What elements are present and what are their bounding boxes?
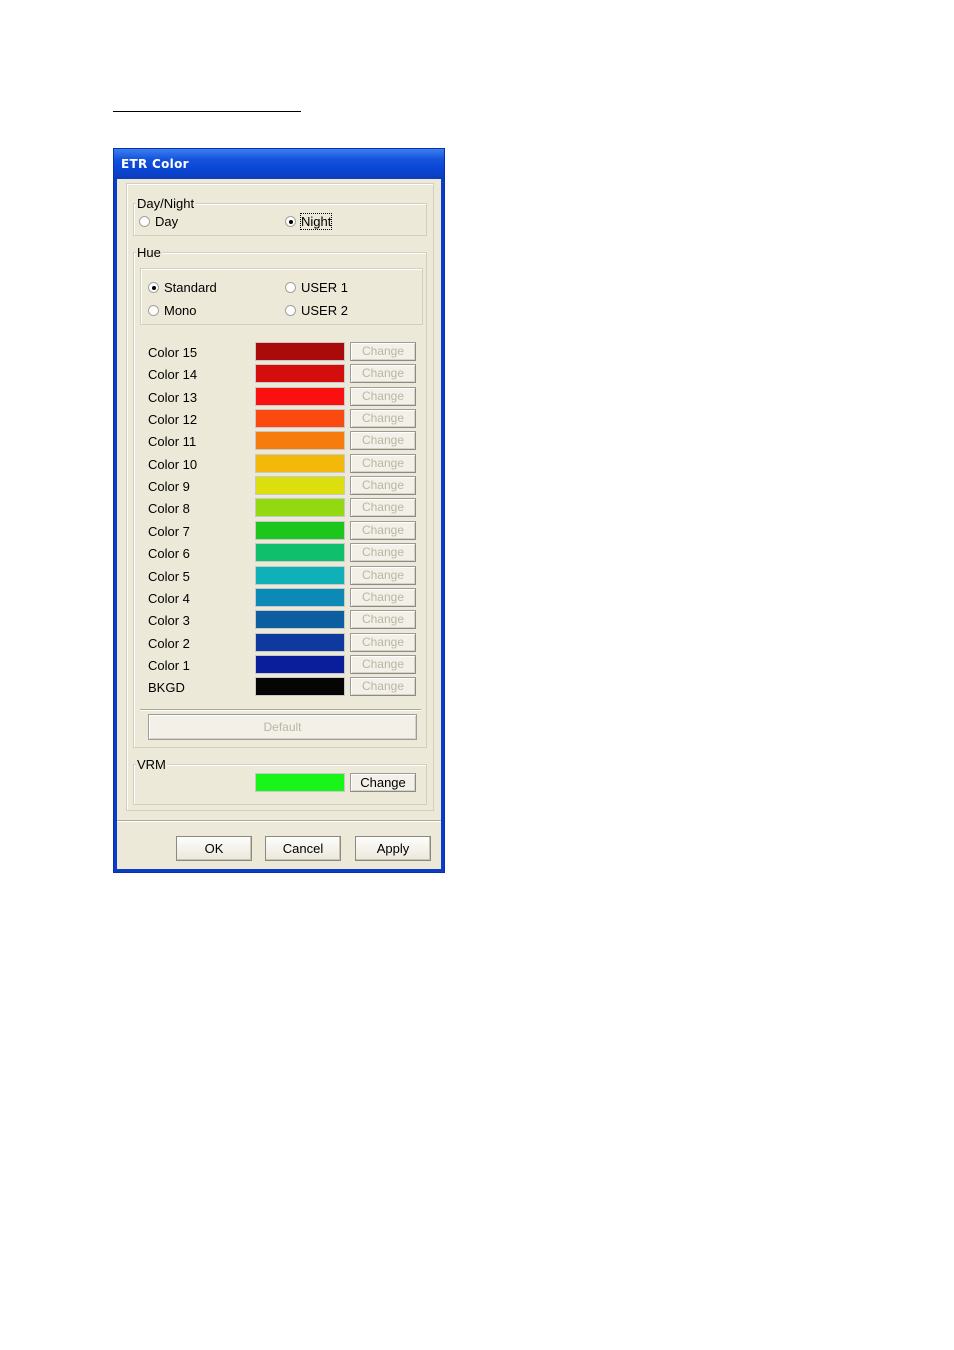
standard-radio[interactable] — [148, 282, 159, 293]
default-button[interactable]: Default — [148, 714, 417, 740]
color-14-change-button[interactable]: Change — [350, 364, 416, 383]
color-11-swatch — [255, 431, 345, 450]
cancel-button[interactable]: Cancel — [265, 836, 341, 861]
color-15-swatch — [255, 342, 345, 361]
color-3-swatch — [255, 610, 345, 629]
color-10-change-button[interactable]: Change — [350, 454, 416, 473]
color-2-change-button[interactable]: Change — [350, 633, 416, 652]
color-3-change-button[interactable]: Change — [350, 610, 416, 629]
vrm-group-label: VRM — [136, 757, 167, 772]
color-7-label: Color 7 — [148, 524, 190, 539]
color-7-change-button[interactable]: Change — [350, 521, 416, 540]
ok-button[interactable]: OK — [176, 836, 252, 861]
color-9-swatch — [255, 476, 345, 495]
color-9-label: Color 9 — [148, 479, 190, 494]
color-8-swatch — [255, 498, 345, 517]
dialog-body: Day/Night Day Night Hue Standard USER 1 … — [117, 179, 441, 869]
color-1-label: Color 1 — [148, 658, 190, 673]
color-11-change-button[interactable]: Change — [350, 431, 416, 450]
color-11-label: Color 11 — [148, 434, 197, 449]
day-night-group-label: Day/Night — [136, 196, 196, 211]
night-radio-label[interactable]: Night — [299, 213, 333, 230]
color-14-label: Color 14 — [148, 367, 198, 382]
title-bar[interactable]: ETR Color — [114, 149, 444, 179]
color-13-change-button[interactable]: Change — [350, 387, 416, 406]
color-14-swatch — [255, 364, 345, 383]
standard-radio-label[interactable]: Standard — [164, 280, 217, 295]
color-1-change-button[interactable]: Change — [350, 655, 416, 674]
color-10-label: Color 10 — [148, 457, 198, 472]
day-radio[interactable] — [139, 216, 150, 227]
user1-radio[interactable] — [285, 282, 296, 293]
color-6-change-button[interactable]: Change — [350, 543, 416, 562]
color-5-label: Color 5 — [148, 569, 190, 584]
color-2-label: Color 2 — [148, 636, 190, 651]
document-heading-underline — [113, 111, 301, 112]
hue-separator — [140, 709, 421, 711]
bkgd-swatch — [255, 677, 345, 696]
footer-separator — [117, 820, 441, 822]
user1-radio-label[interactable]: USER 1 — [301, 280, 348, 295]
color-15-label: Color 15 — [148, 345, 198, 360]
bkgd-change-button[interactable]: Change — [350, 677, 416, 696]
color-13-label: Color 13 — [148, 390, 198, 405]
etr-color-dialog: ETR Color Day/Night Day Night Hue Standa… — [113, 148, 445, 873]
color-2-swatch — [255, 633, 345, 652]
mono-radio[interactable] — [148, 305, 159, 316]
color-3-label: Color 3 — [148, 613, 190, 628]
color-5-change-button[interactable]: Change — [350, 566, 416, 585]
color-6-label: Color 6 — [148, 546, 190, 561]
color-13-swatch — [255, 387, 345, 406]
bkgd-label: BKGD — [148, 680, 185, 695]
color-12-change-button[interactable]: Change — [350, 409, 416, 428]
color-10-swatch — [255, 454, 345, 473]
color-5-swatch — [255, 566, 345, 585]
apply-button[interactable]: Apply — [355, 836, 431, 861]
color-9-change-button[interactable]: Change — [350, 476, 416, 495]
vrm-color-swatch — [255, 773, 345, 792]
color-1-swatch — [255, 655, 345, 674]
color-15-change-button[interactable]: Change — [350, 342, 416, 361]
color-8-label: Color 8 — [148, 501, 190, 516]
color-12-label: Color 12 — [148, 412, 198, 427]
color-12-swatch — [255, 409, 345, 428]
color-4-change-button[interactable]: Change — [350, 588, 416, 607]
user2-radio[interactable] — [285, 305, 296, 316]
vrm-change-button[interactable]: Change — [350, 773, 416, 792]
color-8-change-button[interactable]: Change — [350, 498, 416, 517]
window-title: ETR Color — [121, 157, 189, 171]
color-7-swatch — [255, 521, 345, 540]
mono-radio-label[interactable]: Mono — [164, 303, 197, 318]
night-radio[interactable] — [285, 216, 296, 227]
color-6-swatch — [255, 543, 345, 562]
day-radio-label[interactable]: Day — [155, 214, 178, 229]
color-4-label: Color 4 — [148, 591, 190, 606]
hue-group-label: Hue — [136, 245, 162, 260]
color-4-swatch — [255, 588, 345, 607]
user2-radio-label[interactable]: USER 2 — [301, 303, 348, 318]
